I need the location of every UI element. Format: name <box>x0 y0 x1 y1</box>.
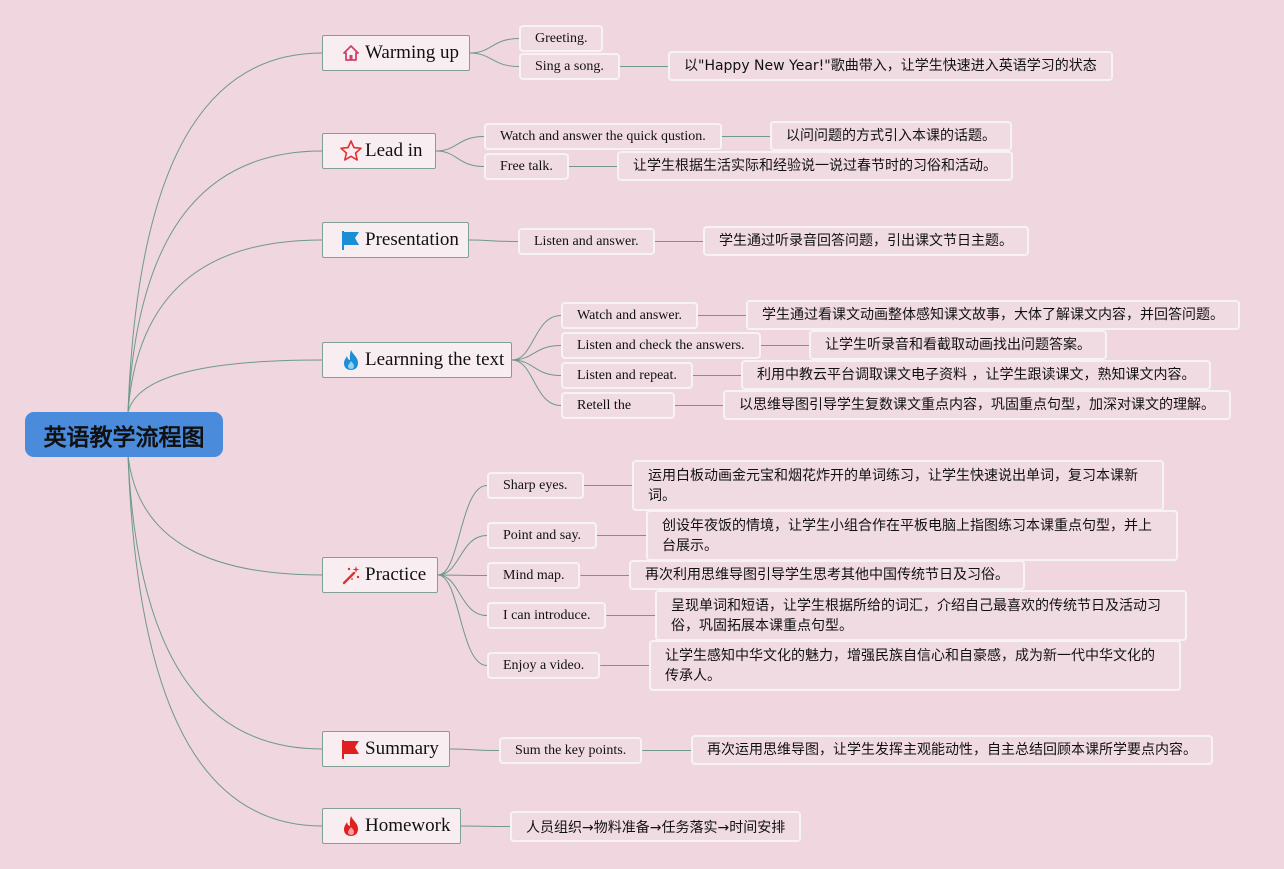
desc-retell-the: 以思维导图引导学生复数课文重点内容，巩固重点句型，加深对课文的理解。 <box>723 390 1231 420</box>
connector-line <box>437 574 488 616</box>
section-lead-in[interactable]: Lead in <box>322 133 436 169</box>
section-practice[interactable]: Practice <box>322 557 438 593</box>
blue-flame-icon <box>339 348 363 372</box>
item-point-and-say[interactable]: Point and say. <box>487 522 598 549</box>
section-label: Warming up <box>365 42 459 63</box>
desc-listen-and-repeat: 利用中教云平台调取课文电子资料 ，让学生跟读课文，熟知课文内容。 <box>741 360 1212 390</box>
connector-line <box>469 38 520 54</box>
connector-line <box>127 454 323 827</box>
desc-free-talk: 让学生根据生活实际和经验说一说过春节时的习俗和活动。 <box>617 151 1013 181</box>
house-icon <box>339 41 363 65</box>
section-learning-the-text[interactable]: Learnning the text <box>322 342 512 378</box>
red-flame-icon <box>339 814 363 838</box>
connector-line <box>127 239 323 413</box>
item-sharp-eyes[interactable]: Sharp eyes. <box>487 472 584 499</box>
item-i-can-introduce[interactable]: I can introduce. <box>487 602 607 629</box>
item-listen-and-check[interactable]: Listen and check the answers. <box>561 332 761 359</box>
section-label: Learnning the text <box>365 349 505 370</box>
item-sing-a-song[interactable]: Sing a song. <box>519 53 620 80</box>
connector-line <box>127 52 323 413</box>
item-homework-steps[interactable]: 人员组织→物料准备→任务落实→时间安排 <box>510 811 802 842</box>
desc-watch-and-answer: 学生通过看课文动画整体感知课文故事，大体了解课文内容，并回答问题。 <box>746 300 1240 330</box>
section-summary[interactable]: Summary <box>322 731 450 767</box>
connector-line <box>437 574 488 576</box>
item-listen-and-repeat[interactable]: Listen and repeat. <box>561 362 693 389</box>
item-enjoy-a-video[interactable]: Enjoy a video. <box>487 652 601 679</box>
item-greeting[interactable]: Greeting. <box>519 25 604 52</box>
connector-line <box>437 535 488 576</box>
desc-point-and-say: 创设年夜饭的情境，让学生小组合作在平板电脑上指图练习本课重点句型，并上台展示。 <box>646 510 1178 561</box>
connector-line <box>511 359 562 406</box>
connector-line <box>469 52 520 67</box>
section-presentation[interactable]: Presentation <box>322 222 469 258</box>
section-label: Practice <box>365 564 427 585</box>
blue-flag-icon <box>339 228 363 252</box>
section-label: Summary <box>365 738 439 759</box>
desc-listen-and-check: 让学生听录音和看截取动画找出问题答案。 <box>809 330 1107 360</box>
desc-sing-a-song: 以"Happy New Year!"歌曲带入，让学生快速进入英语学习的状态 <box>668 51 1113 81</box>
section-label: Homework <box>365 815 451 836</box>
desc-listen-and-answer: 学生通过听录音回答问题，引出课文节日主题。 <box>703 226 1029 256</box>
magic-wand-icon <box>339 563 363 587</box>
item-listen-and-answer[interactable]: Listen and answer. <box>518 228 655 255</box>
item-watch-answer-quick[interactable]: Watch and answer the quick qustion. <box>484 123 722 150</box>
desc-watch-answer-quick: 以问问题的方式引入本课的话题。 <box>770 121 1012 151</box>
connector-line <box>435 150 485 167</box>
desc-sharp-eyes: 运用白板动画金元宝和烟花炸开的单词练习，让学生快速说出单词，复习本课新词。 <box>632 460 1164 511</box>
connector-line <box>127 454 323 576</box>
desc-sum-key-points: 再次运用思维导图，让学生发挥主观能动性，自主总结回顾本课所学要点内容。 <box>691 735 1213 765</box>
desc-enjoy-a-video: 让学生感知中华文化的魅力，增强民族自信心和自豪感，成为新一代中华文化的传承人。 <box>649 640 1181 691</box>
item-watch-and-answer[interactable]: Watch and answer. <box>561 302 698 329</box>
section-homework[interactable]: Homework <box>322 808 461 844</box>
section-label: Presentation <box>365 229 459 250</box>
connector-line <box>460 825 511 827</box>
root-node[interactable]: 英语教学流程图 <box>25 412 223 457</box>
connector-line <box>127 359 323 413</box>
item-mind-map[interactable]: Mind map. <box>487 562 581 589</box>
connector-line <box>437 574 488 666</box>
desc-i-can-introduce: 呈现单词和短语，让学生根据所给的词汇，介绍自己最喜欢的传统节日及活动习俗，巩固拓… <box>655 590 1187 641</box>
desc-mind-map: 再次利用思维导图引导学生思考其他中国传统节日及习俗。 <box>629 560 1025 590</box>
connector-line <box>437 485 488 576</box>
red-flag-icon <box>339 737 363 761</box>
item-free-talk[interactable]: Free talk. <box>484 153 569 180</box>
connector-line <box>449 748 500 751</box>
connector-line <box>127 454 323 750</box>
connector-line <box>511 315 562 361</box>
connector-line <box>127 150 323 413</box>
item-sum-key-points[interactable]: Sum the key points. <box>499 737 643 764</box>
item-retell-the[interactable]: Retell the <box>561 392 675 419</box>
connector-line <box>435 136 485 152</box>
section-warming-up[interactable]: Warming up <box>322 35 470 71</box>
connector-line <box>468 239 519 242</box>
section-label: Lead in <box>365 140 423 161</box>
star-icon <box>339 139 363 163</box>
